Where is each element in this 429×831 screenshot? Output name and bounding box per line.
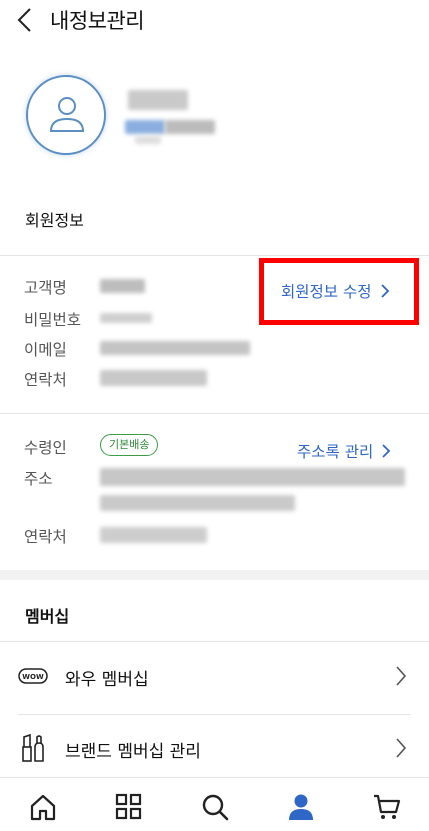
bottom-tab-bar (0, 777, 429, 831)
edit-member-info-link[interactable]: 회원정보 수정 (281, 280, 390, 302)
divider (0, 413, 429, 414)
email-value-redacted (100, 341, 250, 355)
profile-name-redacted (128, 90, 188, 110)
address-phone-redacted (100, 527, 207, 543)
label-address: 주소 (24, 470, 53, 488)
divider (0, 255, 429, 256)
chevron-right-icon (396, 666, 407, 686)
profile-card (0, 70, 429, 170)
membership-title: 멤버십 (25, 607, 70, 626)
label-password: 비밀번호 (24, 311, 82, 329)
cosmetics-icon (22, 733, 44, 762)
brand-membership-label: 브랜드 멤버십 관리 (65, 742, 201, 762)
profile-id-redacted-2 (165, 120, 215, 134)
chevron-right-icon (380, 284, 389, 298)
svg-text:WOW: WOW (22, 673, 44, 681)
edit-member-info-label: 회원정보 수정 (281, 283, 372, 301)
wow-badge-icon: WOW (18, 668, 48, 684)
profile-sub-redacted (135, 136, 161, 144)
label-address-phone: 연락처 (24, 528, 67, 546)
label-phone: 연락처 (24, 371, 67, 389)
profile-id-redacted (125, 120, 165, 134)
chevron-right-icon (382, 444, 391, 458)
page-title: 내정보관리 (50, 9, 145, 33)
address-line1-redacted (100, 468, 405, 486)
default-shipping-badge: 기본배송 (100, 434, 159, 456)
home-icon[interactable] (28, 792, 58, 822)
cart-icon[interactable] (372, 792, 402, 822)
categories-icon[interactable] (114, 792, 144, 822)
avatar (26, 75, 106, 155)
label-recipient: 수령인 (24, 439, 67, 457)
address-line2-redacted (100, 495, 295, 511)
label-email: 이메일 (24, 341, 67, 359)
password-value-redacted (100, 313, 152, 323)
brand-membership-item[interactable]: 브랜드 멤버십 관리 (0, 715, 429, 785)
address-book-label: 주소록 관리 (297, 443, 374, 461)
user-icon (49, 97, 85, 132)
search-icon[interactable] (200, 792, 230, 822)
header: 내정보관리 (0, 0, 429, 40)
wow-membership-item[interactable]: WOW 와우 멤버십 (0, 643, 429, 713)
phone-value-redacted (100, 370, 207, 386)
address-book-link[interactable]: 주소록 관리 (297, 440, 391, 462)
label-name: 고객명 (24, 279, 67, 297)
wow-membership-label: 와우 멤버십 (65, 670, 149, 690)
name-value-redacted (100, 279, 145, 293)
chevron-right-icon (396, 738, 407, 758)
member-info-title: 회원정보 (25, 211, 84, 230)
my-account-icon[interactable] (286, 792, 316, 822)
section-divider (0, 570, 429, 580)
chevron-left-icon[interactable] (14, 6, 38, 34)
divider (0, 641, 429, 642)
